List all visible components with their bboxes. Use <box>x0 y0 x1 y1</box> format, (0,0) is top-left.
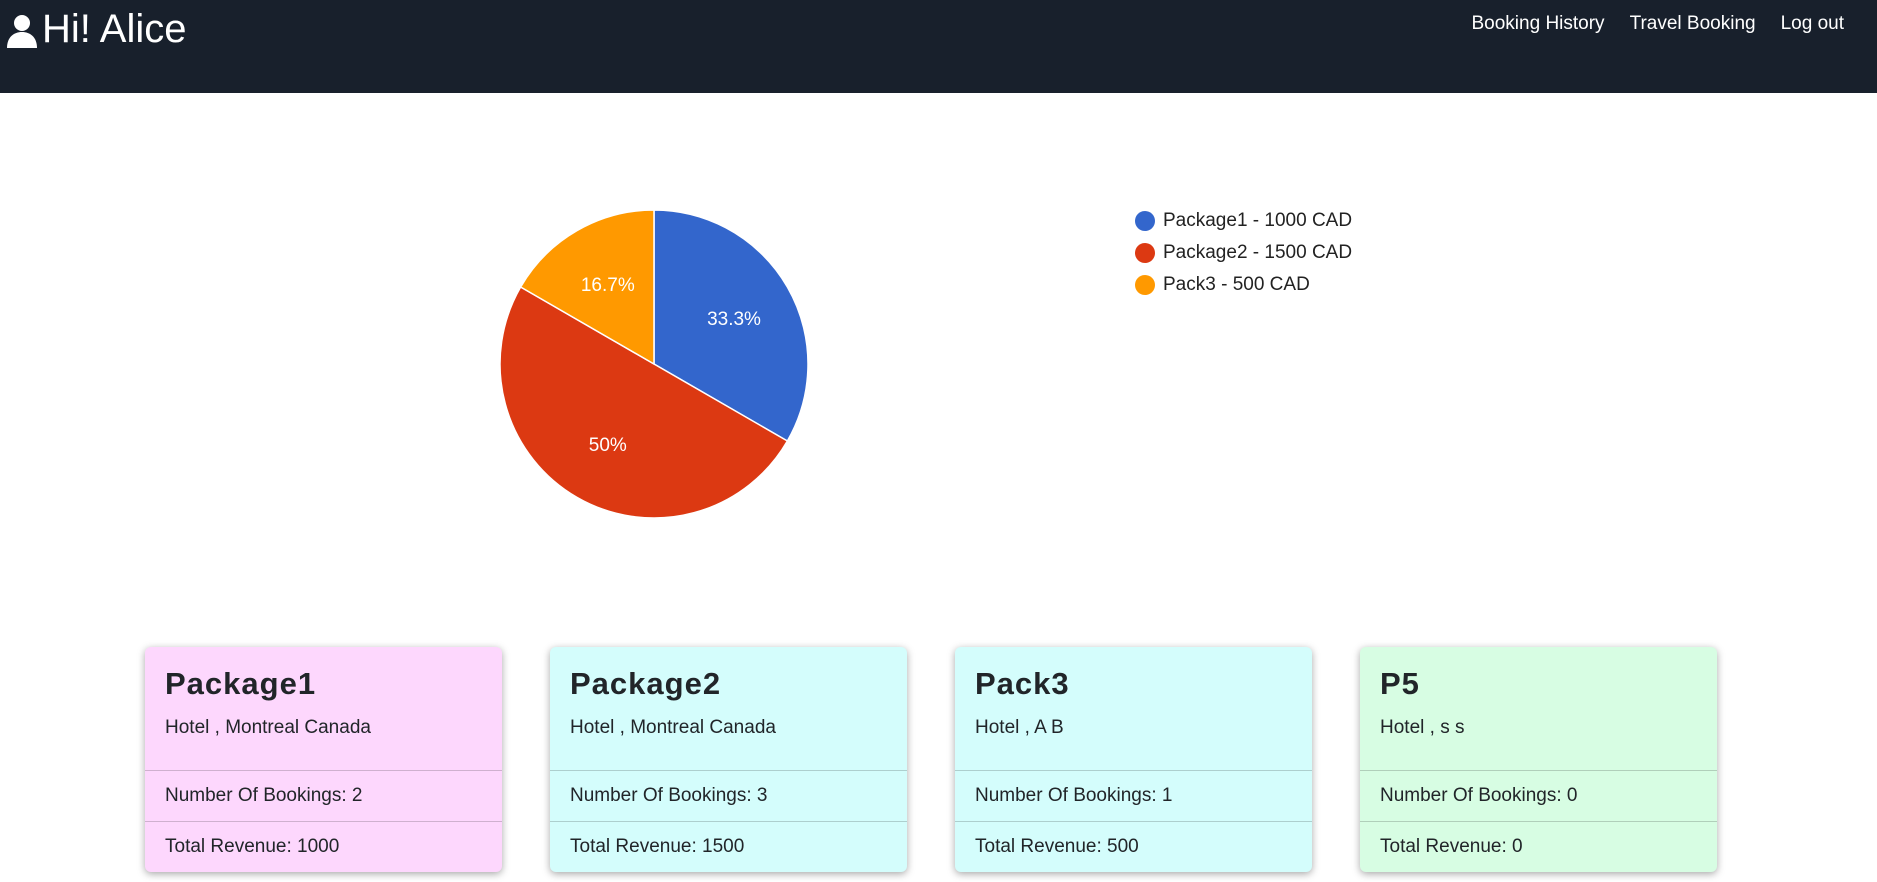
greeting-text: Hi! Alice <box>42 7 187 51</box>
card-subtitle: Hotel , Montreal Canada <box>165 717 371 738</box>
legend-label: Package2 - 1500 CAD <box>1163 242 1353 263</box>
legend-item-1[interactable]: Package1 - 1000 CAD <box>1135 205 1352 237</box>
legend-item-2[interactable]: Package2 - 1500 CAD <box>1135 237 1352 269</box>
card-subtitle: Hotel , s s <box>1380 717 1465 738</box>
card-total-revenue: Total Revenue: 0 <box>1360 821 1717 872</box>
chart-legend: Package1 - 1000 CAD Package2 - 1500 CAD Pa… <box>1135 205 1352 301</box>
nav-logout-link[interactable]: Log out <box>1781 12 1844 36</box>
user-greeting: Hi! Alice <box>6 4 187 54</box>
legend-swatch <box>1135 275 1155 295</box>
legend-swatch <box>1135 211 1155 231</box>
pie-slice-label-3: 16.7% <box>581 275 635 296</box>
package-card: Package1 Hotel , Montreal Canada Number Of… <box>145 647 502 872</box>
legend-item-3[interactable]: Pack3 - 500 CAD <box>1135 269 1352 301</box>
card-bookings-count: Number Of Bookings: 1 <box>955 770 1312 821</box>
pie-slice-label-2: 50% <box>589 435 627 456</box>
card-body: P5 Hotel , s s <box>1360 647 1717 770</box>
pie-chart-canvas: 33.3% 50% 16.7% <box>499 209 809 519</box>
legend-label: Pack3 - 500 CAD <box>1163 274 1310 295</box>
revenue-pie-chart: 33.3% 50% 16.7% Package1 - 1000 CAD Package… <box>0 93 1877 633</box>
card-bookings-count: Number Of Bookings: 2 <box>145 770 502 821</box>
top-navbar: Hi! Alice Booking History Travel Booking… <box>0 0 1877 93</box>
card-title: Pack3 <box>975 666 1070 701</box>
nav-links: Booking History Travel Booking Log out <box>1472 12 1845 36</box>
card-body: Package2 Hotel , Montreal Canada <box>550 647 907 770</box>
card-body: Pack3 Hotel , A B <box>955 647 1312 770</box>
card-body: Package1 Hotel , Montreal Canada <box>145 647 502 770</box>
nav-booking-history-link[interactable]: Booking History <box>1472 12 1605 36</box>
card-subtitle: Hotel , Montreal Canada <box>570 717 776 738</box>
pie-slice-label-1: 33.3% <box>707 309 761 330</box>
legend-swatch <box>1135 243 1155 263</box>
nav-travel-booking-link[interactable]: Travel Booking <box>1630 12 1756 36</box>
package-card: P5 Hotel , s s Number Of Bookings: 0 Total … <box>1360 647 1717 872</box>
package-card: Package2 Hotel , Montreal Canada Number Of… <box>550 647 907 872</box>
card-title: Package2 <box>570 666 722 701</box>
user-icon <box>7 15 37 48</box>
card-bookings-count: Number Of Bookings: 3 <box>550 770 907 821</box>
card-total-revenue: Total Revenue: 500 <box>955 821 1312 872</box>
card-title: P5 <box>1380 666 1420 701</box>
legend-label: Package1 - 1000 CAD <box>1163 210 1353 231</box>
card-bookings-count: Number Of Bookings: 0 <box>1360 770 1717 821</box>
package-card: Pack3 Hotel , A B Number Of Bookings: 1 Tot… <box>955 647 1312 872</box>
card-title: Package1 <box>165 666 317 701</box>
card-subtitle: Hotel , A B <box>975 717 1064 738</box>
card-total-revenue: Total Revenue: 1000 <box>145 821 502 872</box>
card-total-revenue: Total Revenue: 1500 <box>550 821 907 872</box>
